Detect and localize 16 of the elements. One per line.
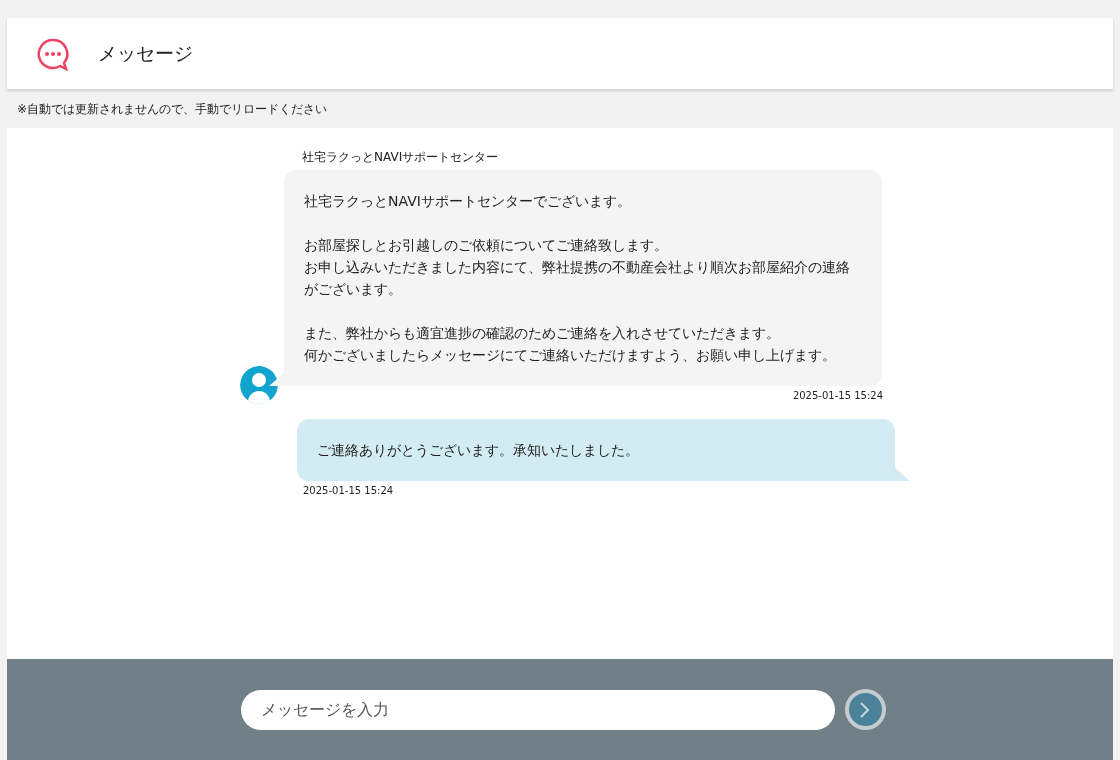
message-text: また、弊社からも適宜進捗の確認のためご連絡を入れさせていただきます。	[304, 324, 781, 343]
message-text: ご連絡ありがとうございます。承知いたしました。	[317, 441, 640, 460]
message-text: 社宅ラクっとNAVIサポートセンターでございます。	[304, 192, 632, 211]
avatar-icon	[240, 366, 278, 404]
chevron-right-icon	[859, 700, 871, 719]
message-time: 2025-01-15 15:24	[303, 485, 395, 496]
message-text: お部屋探しとお引越しのご依頼についてご連絡致します。	[304, 236, 669, 255]
message-text: 何かございましたらメッセージにてご連絡いただけますよう、お願い申し上げます。	[304, 346, 837, 365]
send-button[interactable]	[844, 689, 886, 730]
sender-name: 社宅ラクっとNAVIサポートセンター	[302, 150, 500, 165]
chat-bubble-icon	[36, 36, 70, 71]
message-time: 2025-01-15 15:24	[792, 390, 883, 401]
reload-notice: ※自動では更新されませんので、手動でリロードください	[16, 101, 329, 118]
message-text: お申し込みいただきました内容にて、弊社提携の不動産会社より順次お部屋紹介の連絡がございます。	[304, 258, 851, 299]
message-input[interactable]: メッセージを入力	[240, 689, 835, 730]
page-title: メッセージ	[98, 40, 193, 66]
